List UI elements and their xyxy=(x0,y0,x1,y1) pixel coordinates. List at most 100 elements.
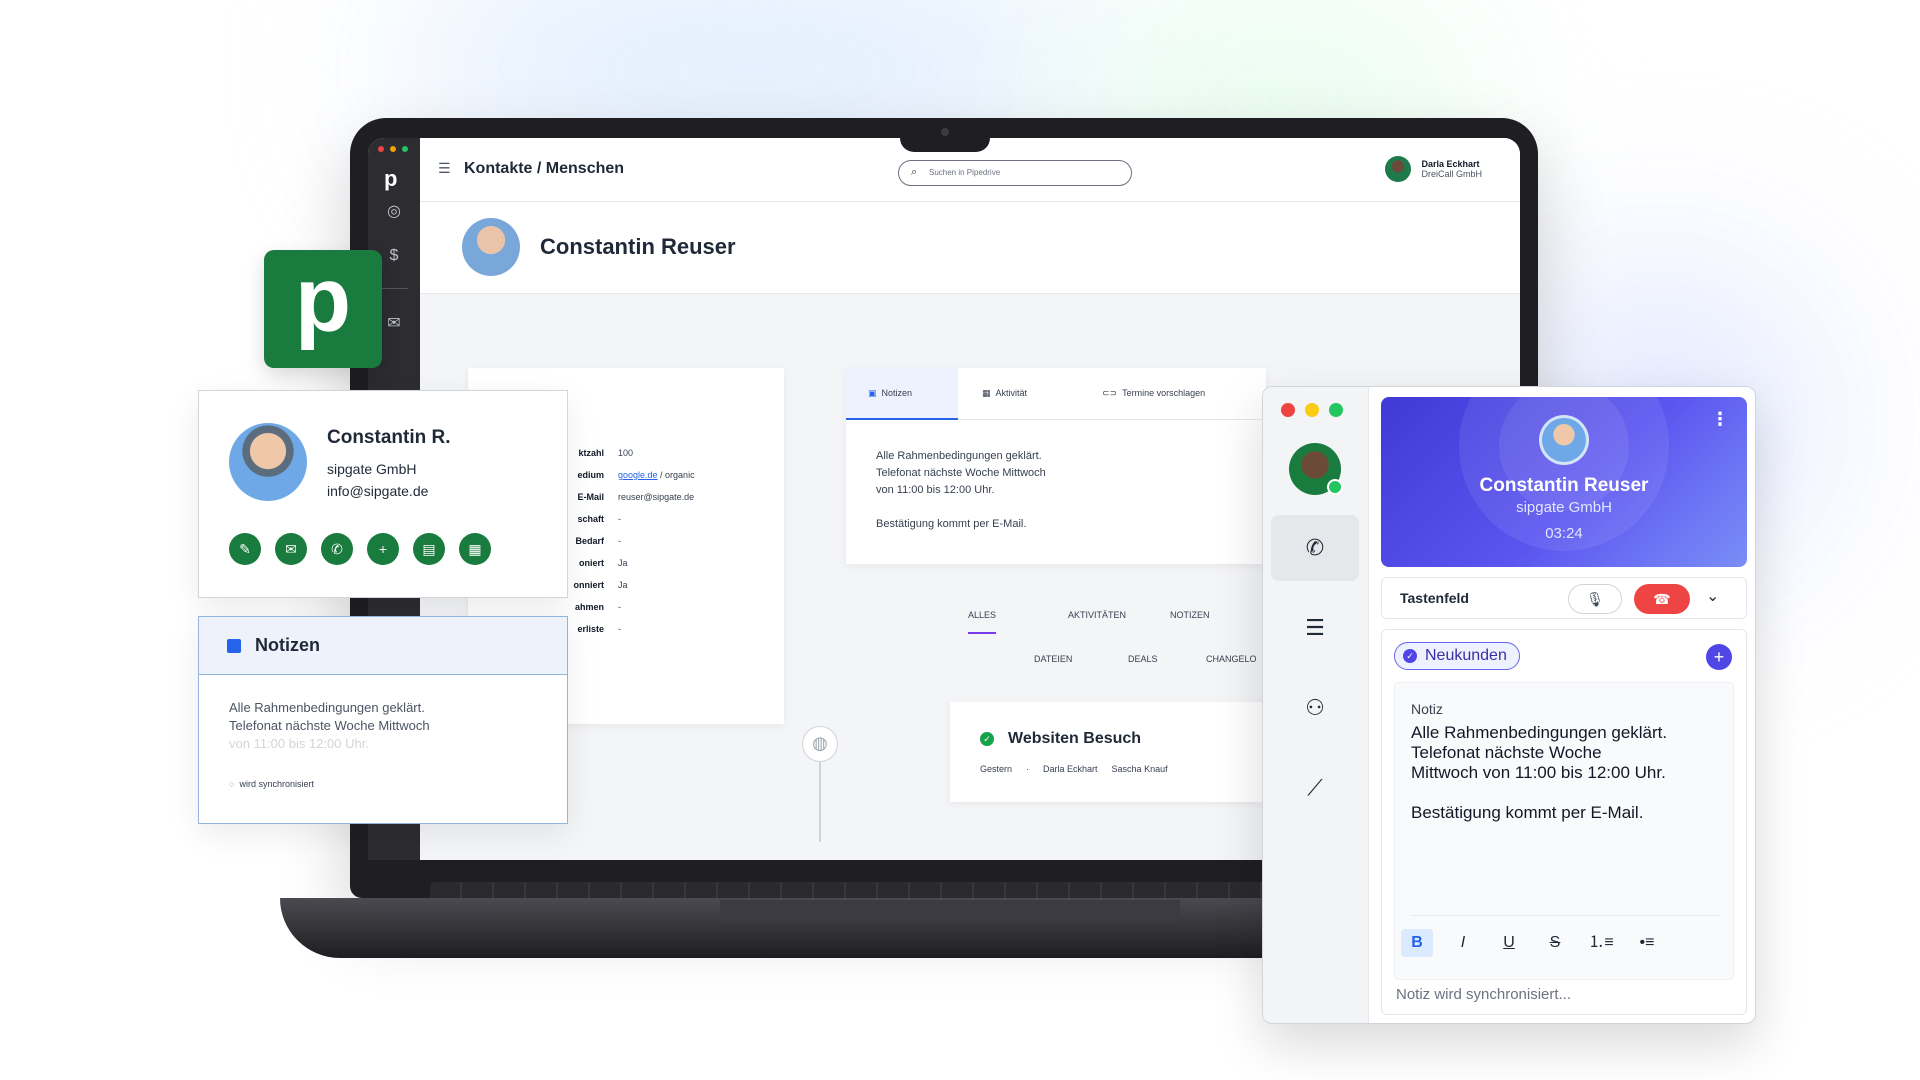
call-controls: Tastenfeld 🎙 ☎ ⌄ xyxy=(1381,577,1747,619)
contact-email[interactable]: info@sipgate.de xyxy=(327,483,428,499)
minimize-dot[interactable] xyxy=(1305,403,1319,417)
notes-card: Notizen Alle Rahmenbedingungen geklärt. … xyxy=(198,616,568,824)
search-input[interactable]: ⌕ Suchen in Pipedrive xyxy=(898,160,1132,186)
call-note-panel: ✓ Neukunden + Notiz Alle Rahmenbedingung… xyxy=(1381,629,1747,1015)
filter-notizen[interactable]: NOTIZEN xyxy=(1170,610,1210,620)
detail-label: edium xyxy=(577,470,604,480)
close-dot[interactable] xyxy=(1281,403,1295,417)
edit-icon[interactable]: ✎ xyxy=(229,533,261,565)
note-line: Alle Rahmenbedingungen geklärt. xyxy=(229,700,425,715)
breadcrumb[interactable]: Kontakte / Menschen xyxy=(464,160,624,178)
note-text[interactable]: Alle Rahmenbedingungen geklärt. Telefona… xyxy=(876,448,1046,533)
maximize-dot[interactable] xyxy=(402,146,408,152)
ordered-list-icon[interactable]: ⒈≡ xyxy=(1585,929,1617,957)
tab-label: Notizen xyxy=(881,388,913,398)
mute-icon[interactable]: 🎙 xyxy=(1568,584,1622,614)
menu-toggle-icon[interactable]: ☰ xyxy=(438,160,451,177)
timeline-line xyxy=(819,762,821,842)
detail-value: google.de / organic xyxy=(618,470,695,480)
activity-owner: Darla Eckhart xyxy=(1043,764,1098,774)
contact-card: Constantin R. sipgate GmbH info@sipgate.… xyxy=(198,390,568,598)
camera-notch xyxy=(900,118,990,152)
filter-changelog[interactable]: CHANGELO xyxy=(1206,654,1257,664)
note-label: Notiz xyxy=(1411,701,1443,717)
phone-icon[interactable]: ✆ xyxy=(1271,515,1359,581)
search-icon: ⌕ xyxy=(911,166,918,178)
calendar-icon[interactable]: ▦ xyxy=(459,533,491,565)
filter-dateien[interactable]: DATEIEN xyxy=(1034,654,1072,664)
more-options-icon[interactable]: ⋮ xyxy=(1711,409,1729,430)
contact-company: sipgate GmbH xyxy=(327,461,417,477)
person-avatar xyxy=(462,218,520,276)
list-icon[interactable]: ☰ xyxy=(1271,595,1359,661)
calendar-check-icon[interactable]: ▤ xyxy=(413,533,445,565)
tab-aktivitaet[interactable]: ▦ Aktivität xyxy=(982,388,1027,399)
note-text[interactable]: Alle Rahmenbedingungen geklärt. Telefona… xyxy=(1411,723,1723,823)
tag-chip[interactable]: ✓ Neukunden xyxy=(1394,642,1520,670)
add-tag-button[interactable]: + xyxy=(1706,644,1732,670)
detail-label: E-Mail xyxy=(577,492,604,502)
detail-link[interactable]: google.de xyxy=(618,470,658,480)
note-line: Alle Rahmenbedingungen geklärt. xyxy=(876,450,1042,462)
note-line: Telefonat nächste Woche Mittwoch xyxy=(876,467,1046,479)
avatar xyxy=(229,423,307,501)
maximize-dot[interactable] xyxy=(1329,403,1343,417)
calendar-icon: ▦ xyxy=(982,388,991,398)
filter-deals[interactable]: DEALS xyxy=(1128,654,1158,664)
pipedrive-app-icon: p xyxy=(264,250,382,368)
caller-company: sipgate GmbH xyxy=(1516,499,1612,516)
separator-dot: · xyxy=(1026,764,1030,774)
keypad-button[interactable]: Tastenfeld xyxy=(1400,590,1469,606)
phone-icon[interactable]: ✆ xyxy=(321,533,353,565)
divider xyxy=(1411,915,1721,916)
notes-card-body[interactable]: Alle Rahmenbedingungen geklärt. Telefona… xyxy=(229,699,430,753)
hangup-icon[interactable]: ☎ xyxy=(1634,584,1690,614)
filter-alles[interactable]: ALLES xyxy=(968,610,997,634)
person-header: Constantin Reuser xyxy=(420,202,1520,294)
activity-date: Gestern xyxy=(980,764,1013,774)
online-status-badge xyxy=(1327,479,1343,495)
notes-card-title: Notizen xyxy=(255,635,320,655)
underline-button[interactable]: U xyxy=(1493,929,1525,957)
page-title: Constantin Reuser xyxy=(540,234,736,259)
chevron-down-icon[interactable]: ⌄ xyxy=(1706,586,1719,606)
add-icon[interactable]: + xyxy=(367,533,399,565)
mail-icon[interactable]: ✉ xyxy=(382,312,406,336)
filter-aktivitaeten[interactable]: AKTIVITÄTEN xyxy=(1068,610,1126,620)
pipedrive-logo[interactable]: p xyxy=(384,166,397,192)
minimize-dot[interactable] xyxy=(390,146,396,152)
detail-value[interactable]: reuser@sipgate.de xyxy=(618,492,694,502)
mail-icon[interactable]: ✉ xyxy=(275,533,307,565)
tab-termine[interactable]: ⊂⊃ Termine vorschlagen xyxy=(1102,388,1205,399)
chart-icon[interactable]: ⟋ xyxy=(1271,755,1359,821)
sync-icon: ○ xyxy=(229,779,235,789)
note-editor[interactable]: Notiz Alle Rahmenbedingungen geklärt. Te… xyxy=(1394,682,1734,980)
contacts-icon[interactable]: ⚇ xyxy=(1271,675,1359,741)
detail-value: Ja xyxy=(618,558,628,568)
strikethrough-button[interactable]: S xyxy=(1539,929,1571,957)
note-line: Telefonat nächste Woche Mittwoch xyxy=(229,718,430,733)
notes-card-header: Notizen xyxy=(199,617,567,675)
tab-bar: ▣ Notizen ▦ Aktivität ⊂⊃ Termine vorschl… xyxy=(846,368,1266,420)
window-controls xyxy=(378,146,408,152)
italic-button[interactable]: I xyxy=(1447,929,1479,957)
user-menu[interactable]: Darla Eckhart DreiCall GmbH xyxy=(1385,156,1482,182)
target-icon[interactable]: ◎ xyxy=(382,200,406,224)
caller-avatar xyxy=(1539,415,1589,465)
globe-icon: ◍ xyxy=(802,726,838,762)
note-line-faded: von 11:00 bis 12:00 Uhr. xyxy=(229,736,369,751)
check-icon: ✓ xyxy=(980,732,994,746)
bold-button[interactable]: B xyxy=(1401,929,1433,957)
dollar-icon[interactable]: $ xyxy=(382,244,406,268)
tab-notizen[interactable]: ▣ Notizen xyxy=(868,388,912,399)
sipgate-window: ✆ ☰ ⚇ ⟋ ⋮ Constantin Reuser sipgate GmbH… xyxy=(1262,386,1756,1024)
tab-label: Termine vorschlagen xyxy=(1122,388,1206,398)
bullet-list-icon[interactable]: •≡ xyxy=(1631,929,1663,957)
activity-person: Sascha Knauf xyxy=(1111,764,1168,774)
close-dot[interactable] xyxy=(378,146,384,152)
camera-icon xyxy=(941,128,949,136)
window-controls xyxy=(1281,403,1343,417)
detail-value: - xyxy=(618,602,621,612)
detail-label: ktzahl xyxy=(578,448,604,458)
detail-label: ahmen xyxy=(574,602,604,612)
